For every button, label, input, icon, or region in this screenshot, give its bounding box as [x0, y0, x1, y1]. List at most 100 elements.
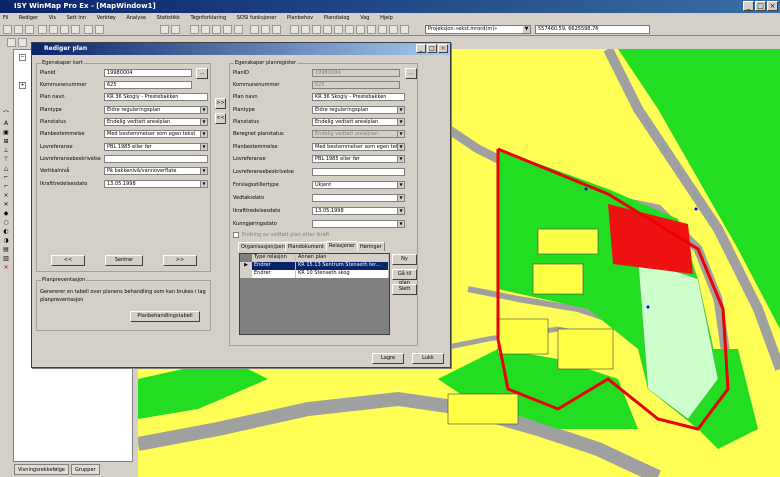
zoom-out-icon[interactable]	[201, 25, 210, 34]
menu-item[interactable]: Statistikk	[157, 15, 180, 21]
layer-icon[interactable]	[160, 25, 169, 34]
menu-item[interactable]: Plandialog	[324, 15, 350, 21]
tool-icon[interactable]: ▤	[1, 246, 11, 254]
menu-item[interactable]: Rediger	[19, 15, 38, 21]
kommunenummer-input[interactable]: 625	[104, 81, 192, 89]
lovreferansebeskrivelse-input[interactable]	[104, 155, 208, 163]
measure-icon[interactable]	[272, 25, 281, 34]
tool-icon[interactable]	[356, 25, 365, 34]
maximize-button[interactable]: □	[427, 44, 437, 53]
new-icon[interactable]	[3, 25, 12, 34]
planbehandlingstabell-button[interactable]: Planbehandlingstabell	[130, 311, 200, 322]
zoom-window-icon[interactable]	[212, 25, 221, 34]
tool-icon[interactable]: ▣	[1, 129, 11, 137]
coordinate-field[interactable]: 557460.59, 6625598.76	[535, 25, 650, 34]
close-dialog-button[interactable]: Lukk	[412, 353, 444, 364]
relations-grid[interactable]: Type relasjon Annen plan ▶ Endrer KR 15.…	[239, 253, 390, 335]
close-button[interactable]: ×	[767, 1, 778, 11]
tool-icon[interactable]: ⌐	[1, 174, 11, 182]
delete-relation-button[interactable]: Slett	[392, 284, 417, 295]
menu-item[interactable]: Planbehov	[287, 15, 313, 21]
tool-icon[interactable]: ◆	[1, 210, 11, 218]
ikrafttredelsesdato-select[interactable]: 13.05.1998 ▼	[104, 180, 208, 188]
tool-icon[interactable]	[400, 25, 409, 34]
table-icon[interactable]	[312, 25, 321, 34]
tool-icon[interactable]: ⊤	[1, 156, 11, 164]
info-icon[interactable]	[261, 25, 270, 34]
close-button[interactable]: ×	[438, 44, 448, 53]
forslagsstillertype-select[interactable]: Ukjent ▼	[312, 181, 405, 189]
table-row[interactable]: Endrer KR 15.13 Sentrum Stenseth ter...	[252, 262, 389, 270]
tool-icon[interactable]	[367, 25, 376, 34]
menu-item[interactable]: Verktøy	[97, 15, 116, 21]
browse-button[interactable]: ...	[405, 68, 417, 79]
tool-icon[interactable]: ◐	[1, 228, 11, 236]
plan-name-input[interactable]: KR 36 Skogly - Prestebakken	[104, 93, 208, 101]
print-icon[interactable]	[38, 25, 47, 34]
menu-item[interactable]: SOSI funksjoner	[237, 15, 277, 21]
refresh-icon[interactable]	[290, 25, 299, 34]
tab-relasjoner[interactable]: Relasjoner	[326, 241, 359, 251]
projection-select[interactable]: Projeksjon:«ekst.mrord(m)» ▼	[425, 25, 531, 34]
register-planstatus-select[interactable]: Endelig vedtatt arealplan ▼	[312, 118, 405, 126]
menu-item[interactable]: Fil	[3, 15, 8, 21]
menu-item[interactable]: Vag	[360, 15, 369, 21]
tool-icon[interactable]: A	[1, 120, 11, 128]
next-button[interactable]: >>	[163, 255, 197, 266]
new-relation-button[interactable]: Ny	[392, 254, 417, 265]
browse-button[interactable]: ...	[196, 68, 208, 79]
endring-checkbox[interactable]	[233, 232, 239, 238]
menu-item[interactable]: Hjelp	[380, 15, 393, 21]
tool-icon[interactable]: ⌒	[1, 111, 11, 119]
tool-icon[interactable]: ✕	[1, 264, 11, 272]
register-ikrafttredelsesdato-select[interactable]: 13.05.1998 ▼	[312, 207, 405, 215]
tool-icon[interactable]: ▥	[1, 255, 11, 263]
save-icon[interactable]	[25, 25, 34, 34]
menu-item[interactable]: Analyse	[126, 15, 146, 21]
tool-icon[interactable]	[378, 25, 387, 34]
grid-icon[interactable]	[301, 25, 310, 34]
zoom-in-icon[interactable]	[190, 25, 199, 34]
copy-icon[interactable]	[60, 25, 69, 34]
cut-icon[interactable]	[49, 25, 58, 34]
tab-grupper[interactable]: Grupper	[71, 464, 100, 475]
tool-icon[interactable]: ✕	[1, 201, 11, 209]
tool-icon[interactable]: ◑	[1, 237, 11, 245]
zoom-all-icon[interactable]	[223, 25, 232, 34]
redo-icon[interactable]	[95, 25, 104, 34]
center-button[interactable]: Sentrer	[105, 255, 143, 266]
menu-item[interactable]: Tegnforklaring	[191, 15, 227, 21]
vedtaksdato-select[interactable]: ▼	[312, 194, 405, 202]
previous-button[interactable]: <<	[51, 255, 85, 266]
planid-input[interactable]: 19980004	[104, 69, 192, 77]
table-row[interactable]: Endrer KR 10 Stenseth skog	[252, 270, 389, 278]
planstatus-select[interactable]: Endelig vedtatt arealplan ▼	[104, 118, 208, 126]
menu-item[interactable]: Sett inn	[67, 15, 87, 21]
tool-icon[interactable]: ×	[1, 192, 11, 200]
tool-icon[interactable]: ○	[1, 219, 11, 227]
paste-icon[interactable]	[71, 25, 80, 34]
select-icon[interactable]	[250, 25, 259, 34]
kunngjoringsdato-select[interactable]: ▼	[312, 220, 405, 228]
tool-icon[interactable]	[334, 25, 343, 34]
register-lovreferanse-select[interactable]: PBL 1985 eller før ▼	[312, 155, 405, 163]
lovreferanse-select[interactable]: PBL 1985 eller før ▼	[104, 143, 208, 151]
tool-icon[interactable]	[389, 25, 398, 34]
register-planbestemmelse-select[interactable]: Med bestemmelser som egen tekst ▼	[312, 143, 405, 151]
tab-visningsrekkefolge[interactable]: Visningsrekkefølge	[14, 464, 69, 475]
menu-item[interactable]: Vis	[49, 15, 56, 21]
undo-icon[interactable]	[84, 25, 93, 34]
plantype-select[interactable]: Eldre reguleringsplan ▼	[104, 106, 208, 114]
maximize-button[interactable]: □	[755, 1, 766, 11]
register-lovreferansebeskrivelse-input[interactable]	[312, 168, 405, 176]
tool-icon[interactable]: ⊞	[1, 138, 11, 146]
layer-icon[interactable]	[171, 25, 180, 34]
edit-icon[interactable]	[18, 38, 27, 47]
tool-icon[interactable]: △	[1, 165, 11, 173]
register-plan-name-input[interactable]: KR 36 Skogly - Prestebakken	[312, 93, 405, 101]
tree-expand-icon[interactable]: −	[19, 54, 26, 61]
tab-horinger[interactable]: Høringer	[357, 242, 385, 251]
planbestemmelse-select[interactable]: Med bestemmelser som egen tekst ▼	[104, 130, 208, 138]
save-button[interactable]: Lagre	[372, 353, 404, 364]
tab-plandokument[interactable]: Plandokument	[285, 242, 327, 251]
